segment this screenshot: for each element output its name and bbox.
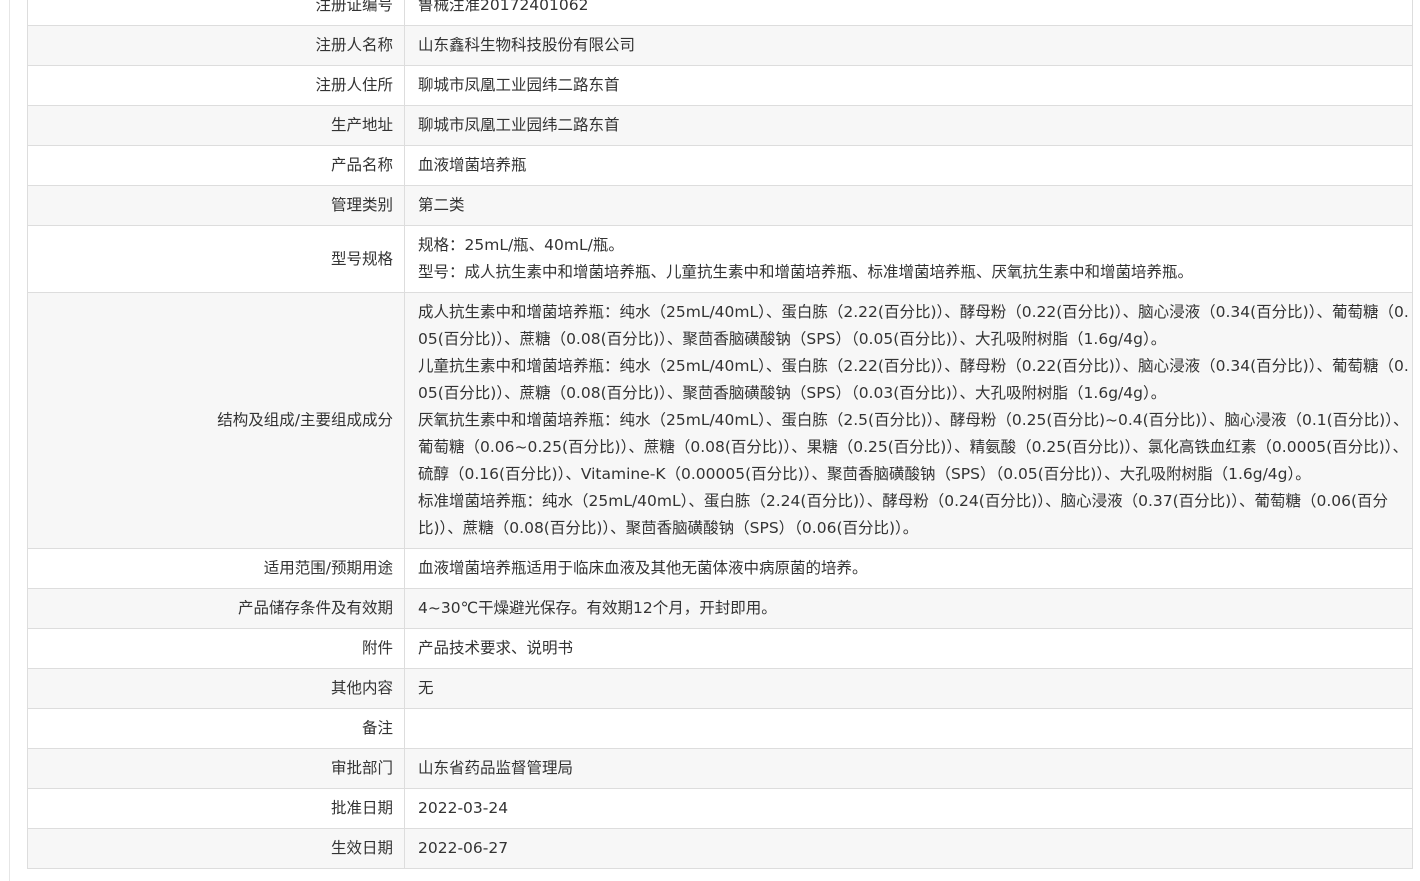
field-value-line: 山东省药品监督管理局 [418, 759, 574, 777]
field-value: 产品技术要求、说明书 [404, 628, 1413, 669]
detail-row-other: 其他内容无 [27, 668, 1413, 709]
field-value-line: 血液增菌培养瓶 [418, 156, 527, 174]
page-frame: 注册证编号 鲁械注准20172401062 注册人名称 山东鑫科生物科技股份有限公司注… [0, 0, 1420, 881]
field-value: 2022-06-27 [404, 828, 1413, 869]
field-label: 注册证编号 [27, 0, 405, 26]
field-value-line: 血液增菌培养瓶适用于临床血液及其他无菌体液中病原菌的培养。 [418, 559, 868, 577]
field-label: 批准日期 [27, 788, 405, 829]
field-label: 产品名称 [27, 145, 405, 186]
field-value: 成人抗生素中和增菌培养瓶：纯水（25mL/40mL）、蛋白胨（2.22(百分比)… [404, 292, 1413, 549]
field-value-line: 规格：25mL/瓶、40mL/瓶。 [418, 236, 624, 254]
detail-row-intended-use: 适用范围/预期用途 血液增菌培养瓶适用于临床血液及其他无菌体液中病原菌的培养。 [27, 548, 1413, 589]
detail-row-registrant-address: 注册人住所 聊城市凤凰工业园纬二路东首 [27, 65, 1413, 106]
field-value-line: 标准增菌培养瓶：纯水（25mL/40mL）、蛋白胨（2.24(百分比)）、酵母粉… [418, 492, 1389, 537]
registration-detail-table: 注册证编号 鲁械注准20172401062 注册人名称 山东鑫科生物科技股份有限公司注… [27, 0, 1413, 869]
detail-row-remarks: 备注 [27, 708, 1413, 749]
field-value: 规格：25mL/瓶、40mL/瓶。型号：成人抗生素中和增菌培养瓶、儿童抗生素中和… [404, 225, 1413, 293]
field-value-line: 第二类 [418, 196, 465, 214]
detail-row-attachments: 附件 产品技术要求、说明书 [27, 628, 1413, 669]
detail-row-reg-no: 注册证编号 鲁械注准20172401062 [27, 0, 1413, 26]
field-value: 聊城市凤凰工业园纬二路东首 [404, 105, 1413, 146]
field-value: 鲁械注准20172401062 [404, 0, 1413, 26]
field-value-line: 成人抗生素中和增菌培养瓶：纯水（25mL/40mL）、蛋白胨（2.22(百分比)… [418, 303, 1409, 348]
field-label: 审批部门 [27, 748, 405, 789]
field-value: 无 [404, 668, 1413, 709]
field-value-line: 聊城市凤凰工业园纬二路东首 [418, 76, 620, 94]
field-value: 血液增菌培养瓶适用于临床血液及其他无菌体液中病原菌的培养。 [404, 548, 1413, 589]
detail-table-body: 注册证编号 鲁械注准20172401062 注册人名称 山东鑫科生物科技股份有限公司注… [27, 0, 1413, 869]
field-label: 注册人住所 [27, 65, 405, 106]
field-label: 生产地址 [27, 105, 405, 146]
field-value: 山东省药品监督管理局 [404, 748, 1413, 789]
field-label: 管理类别 [27, 185, 405, 226]
left-border-line [9, 0, 10, 881]
field-value [404, 708, 1413, 749]
field-label: 适用范围/预期用途 [27, 548, 405, 589]
field-value-line: 厌氧抗生素中和增菌培养瓶：纯水（25mL/40mL）、蛋白胨（2.5(百分比)）… [418, 411, 1409, 483]
field-value-line: 型号：成人抗生素中和增菌培养瓶、儿童抗生素中和增菌培养瓶、标准增菌培养瓶、厌氧抗… [418, 263, 1194, 281]
detail-row-model-spec: 型号规格 规格：25mL/瓶、40mL/瓶。型号：成人抗生素中和增菌培养瓶、儿童抗… [27, 225, 1413, 293]
field-value: 4~30℃干燥避光保存。有效期12个月，开封即用。 [404, 588, 1413, 629]
detail-row-effective-date: 生效日期 2022-06-27 [27, 828, 1413, 869]
detail-row-production-address: 生产地址 聊城市凤凰工业园纬二路东首 [27, 105, 1413, 146]
field-label: 结构及组成/主要组成成分 [27, 292, 405, 549]
detail-row-product-name: 产品名称 血液增菌培养瓶 [27, 145, 1413, 186]
field-value-line: 2022-03-24 [418, 799, 509, 817]
field-value: 血液增菌培养瓶 [404, 145, 1413, 186]
field-value: 第二类 [404, 185, 1413, 226]
field-value-line: 山东鑫科生物科技股份有限公司 [418, 36, 636, 54]
detail-row-approval-date: 批准日期 2022-03-24 [27, 788, 1413, 829]
field-value: 2022-03-24 [404, 788, 1413, 829]
field-label: 其他内容 [27, 668, 405, 709]
field-value-line: 儿童抗生素中和增菌培养瓶：纯水（25mL/40mL）、蛋白胨（2.22(百分比)… [418, 357, 1409, 402]
field-value-line: 4~30℃干燥避光保存。有效期12个月，开封即用。 [418, 599, 777, 617]
field-label: 型号规格 [27, 225, 405, 293]
field-value-line: 无 [418, 679, 434, 697]
field-value: 聊城市凤凰工业园纬二路东首 [404, 65, 1413, 106]
detail-row-approval-dept: 审批部门 山东省药品监督管理局 [27, 748, 1413, 789]
detail-row-composition: 结构及组成/主要组成成分 成人抗生素中和增菌培养瓶：纯水（25mL/40mL）、蛋… [27, 292, 1413, 549]
detail-row-management-class: 管理类别 第二类 [27, 185, 1413, 226]
field-value: 山东鑫科生物科技股份有限公司 [404, 25, 1413, 66]
detail-row-registrant-name: 注册人名称 山东鑫科生物科技股份有限公司 [27, 25, 1413, 66]
field-value-line: 聊城市凤凰工业园纬二路东首 [418, 116, 620, 134]
field-label: 生效日期 [27, 828, 405, 869]
field-value-line: 产品技术要求、说明书 [418, 639, 574, 657]
detail-row-storage: 产品储存条件及有效期 4~30℃干燥避光保存。有效期12个月，开封即用。 [27, 588, 1413, 629]
field-label: 附件 [27, 628, 405, 669]
field-label: 备注 [27, 708, 405, 749]
field-value-line: 2022-06-27 [418, 839, 509, 857]
field-label: 注册人名称 [27, 25, 405, 66]
field-value-line: 鲁械注准20172401062 [418, 0, 589, 14]
field-label: 产品储存条件及有效期 [27, 588, 405, 629]
